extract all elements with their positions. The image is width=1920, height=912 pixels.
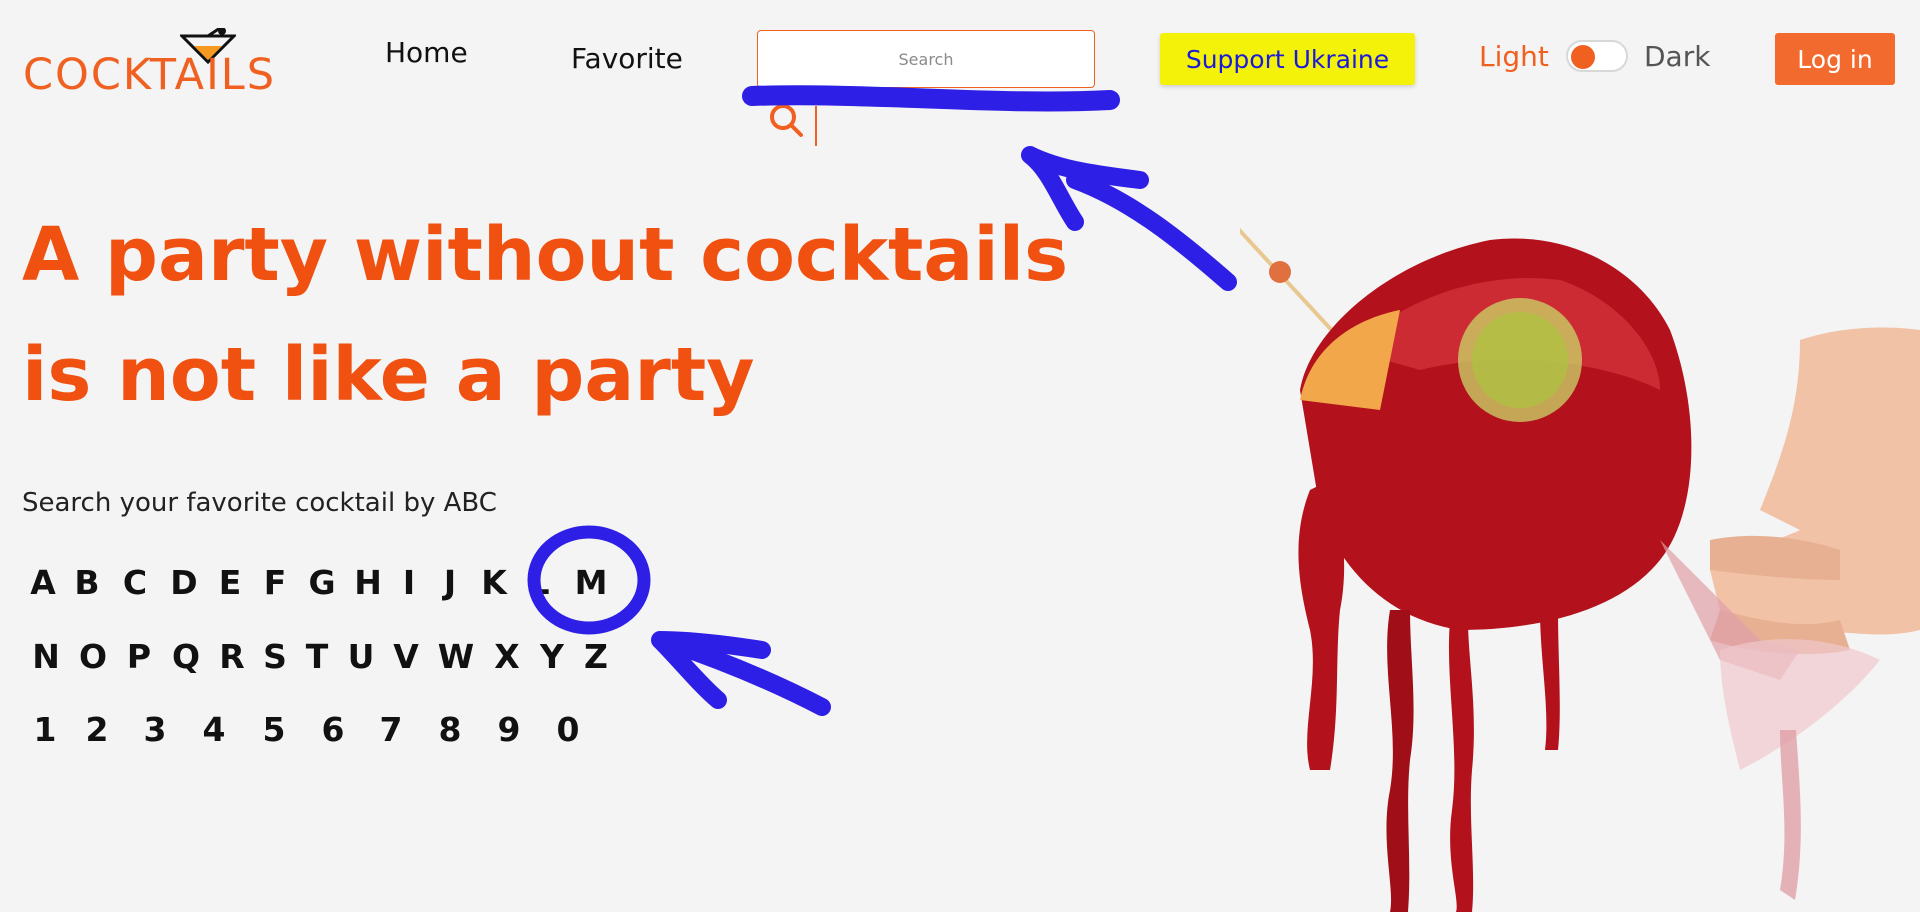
abc-letter-d[interactable]: D [160, 563, 208, 602]
abc-letter-w[interactable]: W [428, 637, 484, 676]
hero-headline-line1: A party without cocktails [22, 212, 1069, 298]
abc-row-2: NOPQRSTUVWXYZ [22, 637, 618, 676]
theme-dark-label: Dark [1644, 40, 1711, 73]
abc-letter-i[interactable]: I [390, 563, 428, 602]
abc-letter-2[interactable]: 2 [68, 710, 126, 749]
abc-letter-g[interactable]: G [298, 563, 346, 602]
abc-letter-q[interactable]: Q [162, 637, 210, 676]
logo-text: COCKTAILS [23, 50, 277, 100]
abc-letter-n[interactable]: N [22, 637, 70, 676]
theme-toggle-knob [1571, 45, 1595, 69]
cocktail-hero-image [1240, 227, 1920, 912]
abc-letter-x[interactable]: X [484, 637, 530, 676]
abc-row-3: 1234567890 [22, 710, 598, 749]
nav-home[interactable]: Home [385, 36, 468, 69]
search-caret [815, 106, 817, 146]
abc-letter-j[interactable]: J [428, 563, 472, 602]
abc-letter-p[interactable]: P [116, 637, 162, 676]
hero-headline-line2: is not like a party [22, 332, 755, 418]
search-icon[interactable] [766, 100, 806, 140]
abc-letter-9[interactable]: 9 [480, 710, 538, 749]
abc-letter-7[interactable]: 7 [362, 710, 420, 749]
abc-letter-c[interactable]: C [110, 563, 160, 602]
abc-letter-3[interactable]: 3 [126, 710, 184, 749]
hero-headline: A party without cocktails is not like a … [22, 195, 1122, 435]
abc-letter-r[interactable]: R [210, 637, 254, 676]
abc-letter-s[interactable]: S [254, 637, 296, 676]
abc-letter-z[interactable]: Z [574, 637, 618, 676]
abc-letter-b[interactable]: B [64, 563, 110, 602]
nav-favorite[interactable]: Favorite [571, 42, 683, 75]
abc-letter-o[interactable]: O [70, 637, 116, 676]
search-box [757, 30, 1095, 88]
abc-letter-0[interactable]: 0 [538, 710, 598, 749]
theme-toggle[interactable] [1566, 40, 1628, 72]
search-input[interactable] [758, 31, 1094, 87]
abc-letter-m[interactable]: M [562, 563, 620, 602]
abc-letter-1[interactable]: 1 [22, 710, 68, 749]
abc-letter-8[interactable]: 8 [420, 710, 480, 749]
abc-letter-a[interactable]: A [22, 563, 64, 602]
logo[interactable]: COCKTAILS [23, 28, 274, 100]
abc-letter-u[interactable]: U [338, 637, 384, 676]
abc-letter-v[interactable]: V [384, 637, 428, 676]
abc-letter-l[interactable]: L [516, 563, 562, 602]
abc-letter-h[interactable]: H [346, 563, 390, 602]
abc-letter-4[interactable]: 4 [184, 710, 244, 749]
abc-row-1: ABCDEFGHIJKLM [22, 563, 620, 602]
abc-letter-y[interactable]: Y [530, 637, 574, 676]
abc-letter-f[interactable]: F [252, 563, 298, 602]
abc-letter-6[interactable]: 6 [304, 710, 362, 749]
theme-light-label: Light [1479, 40, 1549, 73]
abc-letter-5[interactable]: 5 [244, 710, 304, 749]
abc-letter-t[interactable]: T [296, 637, 338, 676]
abc-letter-k[interactable]: K [472, 563, 516, 602]
login-button[interactable]: Log in [1775, 33, 1895, 85]
support-ukraine-button[interactable]: Support Ukraine [1160, 33, 1415, 85]
abc-letter-e[interactable]: E [208, 563, 252, 602]
abc-label: Search your favorite cocktail by ABC [22, 488, 497, 518]
